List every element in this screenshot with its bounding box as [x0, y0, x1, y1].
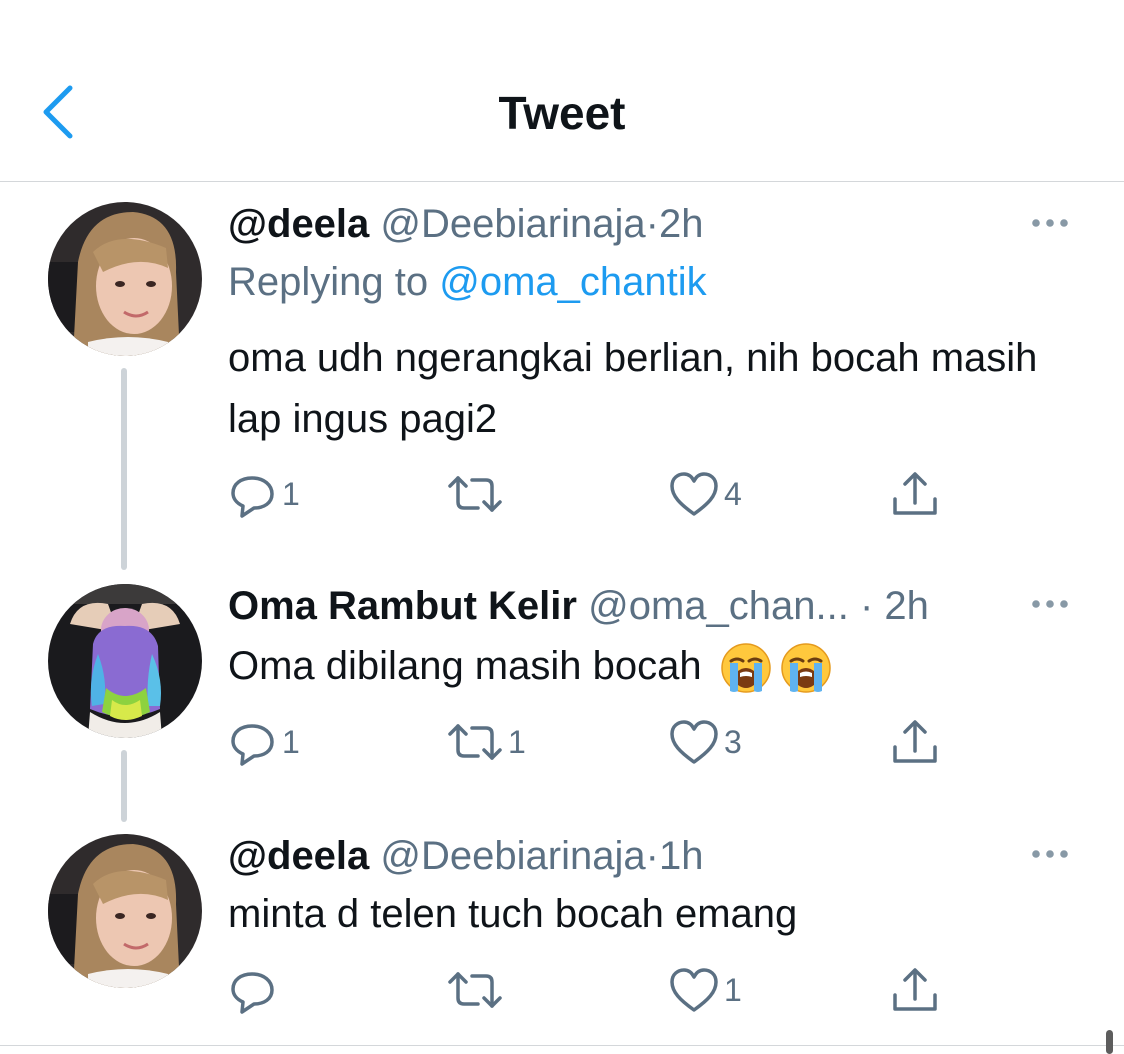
retweet-button[interactable] [446, 964, 508, 1016]
reply-button[interactable]: 1 [228, 468, 300, 520]
timestamp[interactable]: 2h [884, 584, 929, 628]
reply-icon [231, 724, 274, 766]
separator-dot: · [645, 202, 659, 246]
more-icon [1032, 600, 1068, 608]
user-handle[interactable]: @Deebiarinaja [380, 834, 645, 878]
like-button[interactable]: 1 [668, 964, 742, 1016]
tweet-item[interactable]: @deela @Deebiarinaja·2h Replying to @oma… [0, 200, 1124, 570]
loudly-crying-face-icon [720, 643, 771, 694]
timestamp[interactable]: 2h [659, 202, 704, 246]
share-button[interactable] [890, 468, 940, 520]
mention-link[interactable]: @oma_chantik [439, 260, 706, 304]
like-button[interactable]: 3 [668, 716, 742, 768]
retweet-icon [448, 972, 502, 1008]
loudly-crying-face-icon [780, 643, 831, 694]
reply-icon [231, 476, 274, 518]
more-icon [1032, 850, 1068, 858]
heart-icon [670, 720, 718, 764]
like-count: 4 [724, 475, 742, 512]
divider [0, 1045, 1124, 1046]
reply-count: 1 [282, 723, 300, 760]
avatar[interactable] [48, 202, 202, 356]
separator-dot: · [859, 584, 874, 628]
user-handle[interactable]: @Deebiarinaja [380, 202, 645, 246]
like-count: 1 [724, 971, 742, 1008]
top-bar: Tweet [0, 0, 1124, 182]
share-button[interactable] [890, 964, 940, 1016]
share-icon [893, 472, 937, 515]
tweet-text: minta d telen tuch bocah emang [228, 892, 798, 936]
tweet-text: oma udh ngerangkai berlian, nih bocah ma… [228, 336, 1038, 441]
separator-dot: · [645, 834, 659, 878]
thread-line [121, 368, 127, 570]
page-title: Tweet [498, 87, 626, 139]
more-options-button[interactable] [1028, 208, 1072, 238]
share-icon [893, 720, 937, 763]
like-count: 3 [724, 723, 742, 760]
retweet-count: 1 [508, 723, 526, 760]
tweet-text-content: Oma dibilang masih bocah [228, 644, 702, 688]
like-button[interactable]: 4 [668, 468, 742, 520]
tweet-item[interactable]: @deela @Deebiarinaja·1h minta d telen tu… [0, 832, 1124, 1032]
thread-line [121, 750, 127, 822]
timestamp[interactable]: 1h [659, 834, 704, 878]
replying-to: Replying to @oma_chantik [228, 258, 707, 306]
display-name[interactable]: @deela [228, 834, 369, 878]
replying-to-label: Replying to [228, 260, 440, 304]
more-options-button[interactable] [1028, 589, 1072, 619]
tweet-header: Oma Rambut Kelir @oma_chan... · 2h [228, 582, 929, 630]
avatar[interactable] [48, 584, 202, 738]
reply-count: 1 [282, 475, 300, 512]
share-icon [893, 968, 937, 1011]
scrollbar[interactable] [1106, 1030, 1113, 1054]
retweet-button[interactable]: 1 [446, 716, 526, 768]
retweet-icon [448, 476, 502, 512]
tweet-header: @deela @Deebiarinaja·2h [228, 200, 703, 248]
more-icon [1032, 219, 1068, 227]
user-handle[interactable]: @oma_chan... [588, 584, 849, 628]
reply-button[interactable] [228, 964, 282, 1016]
heart-icon [670, 472, 718, 516]
tweet-item[interactable]: Oma Rambut Kelir @oma_chan... · 2h Oma d… [0, 582, 1124, 822]
heart-icon [670, 968, 718, 1012]
retweet-icon [448, 724, 502, 760]
display-name[interactable]: Oma Rambut Kelir [228, 584, 577, 628]
reply-button[interactable]: 1 [228, 716, 300, 768]
retweet-button[interactable] [446, 468, 508, 520]
reply-icon [231, 972, 274, 1014]
tweet-header: @deela @Deebiarinaja·1h [228, 832, 703, 880]
more-options-button[interactable] [1028, 839, 1072, 869]
display-name[interactable]: @deela [228, 202, 369, 246]
tweet-text: Oma dibilang masih bocah [228, 636, 1088, 697]
avatar[interactable] [48, 834, 202, 988]
share-button[interactable] [890, 716, 940, 768]
